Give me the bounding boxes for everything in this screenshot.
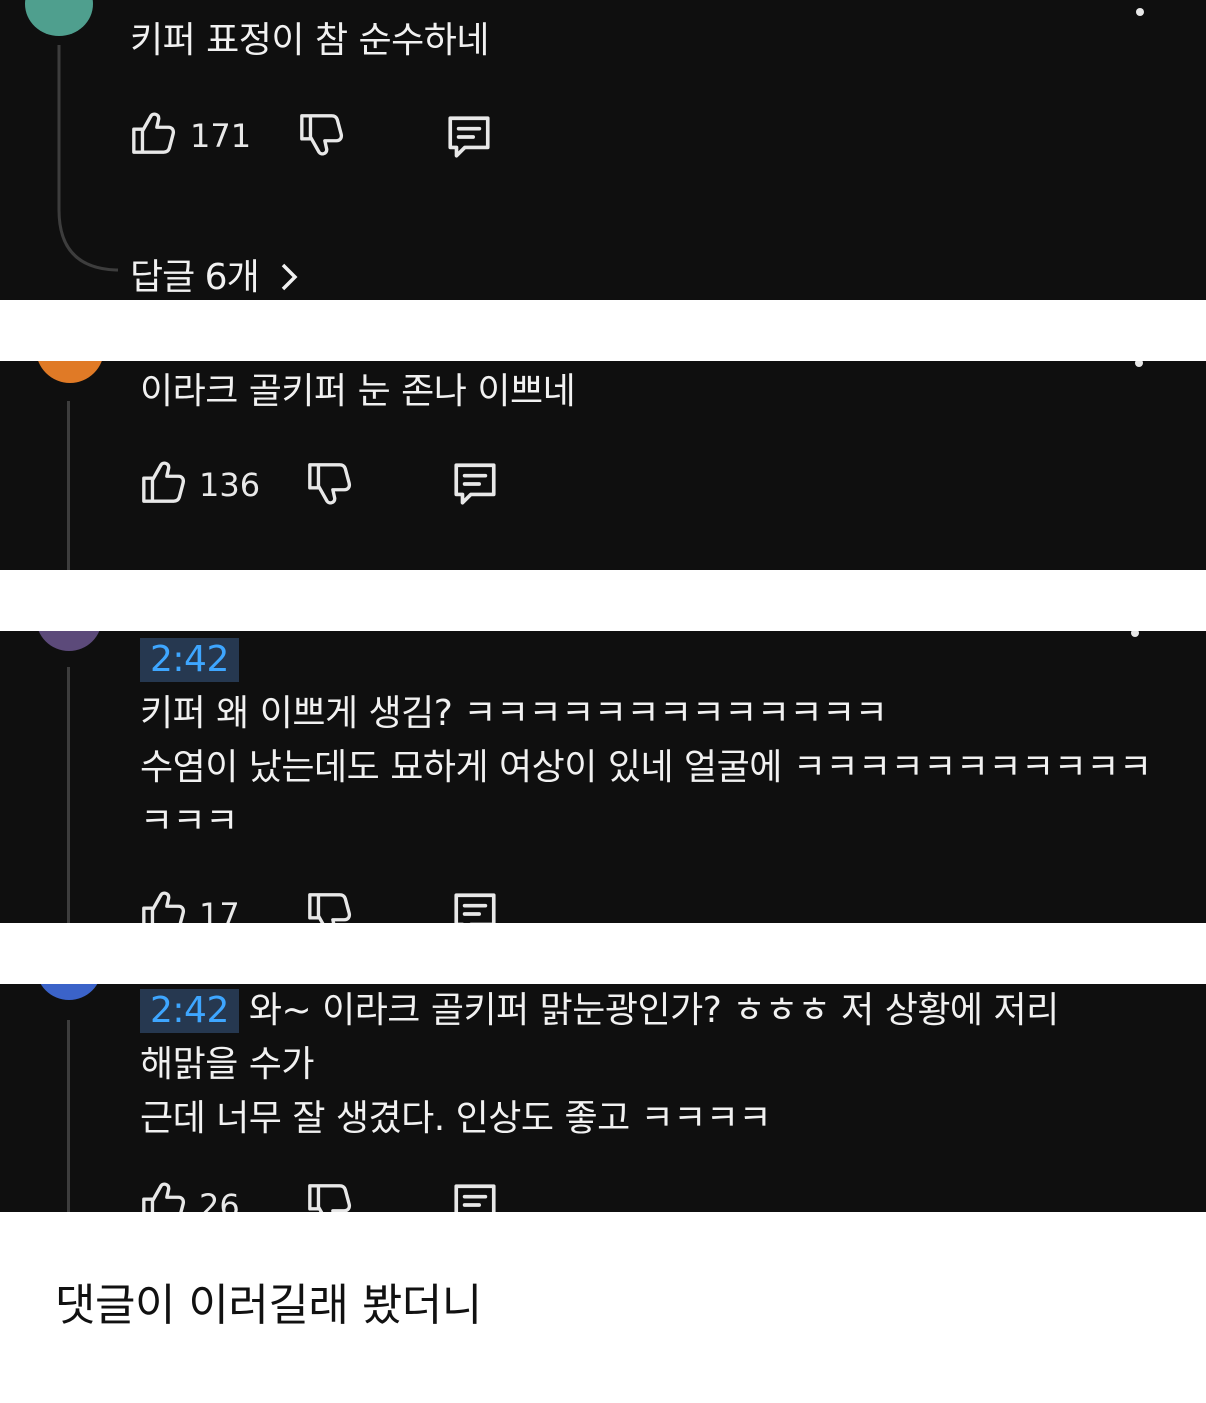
- like-icon[interactable]: [140, 889, 186, 923]
- dislike-icon[interactable]: [298, 112, 344, 158]
- thread-connector: [57, 45, 118, 272]
- view-replies-link[interactable]: 답글 6개: [130, 256, 299, 300]
- reply-icon[interactable]: [450, 459, 500, 509]
- avatar[interactable]: [36, 984, 102, 1000]
- comment-text: 2:42 와~ 이라크 골키퍼 맑눈광인가? ㅎㅎㅎ 저 상황에 저리 해맑을 수…: [140, 984, 1059, 1146]
- timestamp-link[interactable]: 2:42: [140, 638, 239, 682]
- comment-line: 해맑을 수가: [140, 1044, 315, 1085]
- comment-card: 2:42 키퍼 왜 이쁘게 생김? ㅋㅋㅋㅋㅋㅋㅋㅋㅋㅋㅋㅋㅋ 수염이 났는데도…: [0, 631, 1206, 923]
- reply-icon[interactable]: [444, 112, 494, 162]
- thread-line: [67, 667, 70, 923]
- comment-line: 와~ 이라크 골키퍼 맑눈광인가? ㅎㅎㅎ 저 상황에 저리: [248, 990, 1059, 1031]
- comment-text: 이라크 골키퍼 눈 존나 이쁘네: [140, 371, 576, 412]
- like-icon[interactable]: [140, 1180, 186, 1212]
- dislike-icon[interactable]: [306, 891, 352, 923]
- reply-icon[interactable]: [450, 889, 500, 923]
- more-options-icon[interactable]: [1136, 8, 1144, 16]
- avatar[interactable]: [36, 361, 104, 383]
- comment-line: 근데 너무 잘 생겼다. 인상도 좋고 ㅋㅋㅋㅋ: [140, 1098, 772, 1139]
- caption-text: 댓글이 이러길래 봤더니: [55, 1280, 482, 1331]
- avatar[interactable]: [36, 631, 102, 651]
- reply-icon[interactable]: [450, 1180, 500, 1212]
- more-options-icon[interactable]: [1135, 361, 1143, 367]
- like-count: 136: [199, 466, 261, 504]
- comment-card: 이라크 골키퍼 눈 존나 이쁘네 136: [0, 361, 1206, 570]
- like-icon[interactable]: [130, 110, 176, 156]
- timestamp-link[interactable]: 2:42: [140, 989, 239, 1033]
- like-count: 171: [190, 117, 252, 155]
- dislike-icon[interactable]: [306, 461, 352, 507]
- comment-text: 키퍼 표정이 참 순수하네: [130, 20, 490, 61]
- thread-line: [67, 401, 70, 570]
- chevron-right-icon: [279, 256, 299, 300]
- like-count: 26: [199, 1187, 240, 1212]
- comment-line: 키퍼 왜 이쁘게 생김? ㅋㅋㅋㅋㅋㅋㅋㅋㅋㅋㅋㅋㅋ: [140, 693, 888, 734]
- like-icon[interactable]: [140, 459, 186, 505]
- comment-line: ㅋㅋㅋ: [140, 801, 238, 842]
- comment-card: 키퍼 표정이 참 순수하네 171 답글 6개: [0, 0, 1206, 300]
- dislike-icon[interactable]: [306, 1182, 352, 1212]
- comment-text: 2:42 키퍼 왜 이쁘게 생김? ㅋㅋㅋㅋㅋㅋㅋㅋㅋㅋㅋㅋㅋ 수염이 났는데도…: [140, 633, 1152, 849]
- thread-line: [67, 1020, 70, 1212]
- like-count: 17: [199, 896, 240, 923]
- replies-label: 답글 6개: [130, 257, 260, 298]
- comment-line: 수염이 났는데도 묘하게 여상이 있네 얼굴에 ㅋㅋㅋㅋㅋㅋㅋㅋㅋㅋㅋ: [140, 747, 1152, 788]
- comment-card: 2:42 와~ 이라크 골키퍼 맑눈광인가? ㅎㅎㅎ 저 상황에 저리 해맑을 수…: [0, 984, 1206, 1212]
